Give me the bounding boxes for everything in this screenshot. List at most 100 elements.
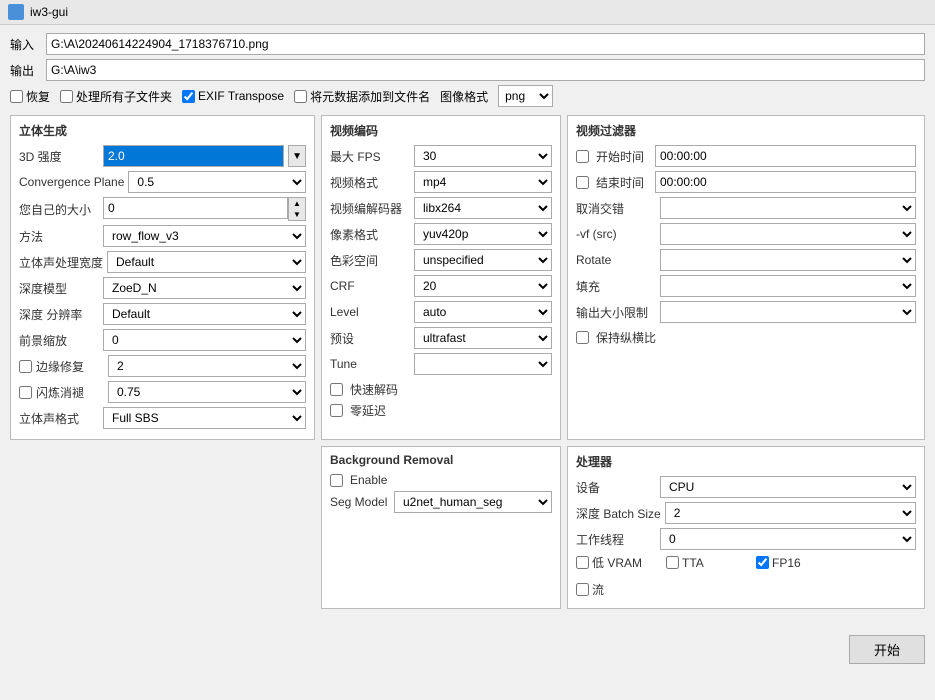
input-3d-strength[interactable] xyxy=(103,145,284,167)
start-time-checkbox[interactable] xyxy=(576,150,589,163)
output-path[interactable] xyxy=(46,59,925,81)
select-vf-src[interactable] xyxy=(660,223,916,245)
row-crf: CRF 20182328 xyxy=(330,275,552,297)
row-start-time: 开始时间 xyxy=(576,145,916,167)
select-flicker[interactable]: 0.750.51.0 xyxy=(108,381,306,403)
label-seg-model: Seg Model xyxy=(330,495,390,509)
input-end-time[interactable] xyxy=(655,171,916,193)
select-workers[interactable]: 0124 xyxy=(660,528,916,550)
select-seg-model[interactable]: u2net_human_segu2netu2netp xyxy=(394,491,552,513)
select-max-fps[interactable]: 302460 xyxy=(414,145,552,167)
select-crf[interactable]: 20182328 xyxy=(414,275,552,297)
image-format-select[interactable]: png jpg webp xyxy=(498,85,553,107)
row-stereo-width: 立体声处理宽度 Default5127681024 xyxy=(19,251,306,273)
select-batch-size[interactable]: 2148 xyxy=(665,502,916,524)
select-video-codec[interactable]: libx264libx265h264_nvenc xyxy=(414,197,552,219)
bg-enable-checkbox[interactable] xyxy=(330,474,343,487)
exif-checkbox[interactable] xyxy=(182,90,195,103)
low-vram-checkbox[interactable] xyxy=(576,556,589,569)
select-rotate[interactable]: 90180270 xyxy=(660,249,916,271)
fp16-checkbox[interactable] xyxy=(756,556,769,569)
row-3d-strength: 3D 强度 ▼ xyxy=(19,145,306,167)
label-deinterlace: 取消交错 xyxy=(576,200,656,217)
select-video-format[interactable]: mp4mkvavi xyxy=(414,171,552,193)
select-depth-model[interactable]: ZoeD_NZoeD_KZoeD_NK xyxy=(103,277,306,299)
label-workers: 工作线程 xyxy=(576,531,656,548)
select-pixel-format[interactable]: yuv420pyuv444p xyxy=(414,223,552,245)
label-stereo-format: 立体声格式 xyxy=(19,410,99,427)
input-path[interactable] xyxy=(46,33,925,55)
select-preset[interactable]: ultrafastsuperfastveryfastfasterfastmedi… xyxy=(414,327,552,349)
select-method[interactable]: row_flow_v3row_flow_v2row_flow xyxy=(103,225,306,247)
low-vram-label[interactable]: 低 VRAM xyxy=(576,554,656,571)
process-all-checkbox-label[interactable]: 处理所有子文件夹 xyxy=(60,88,172,105)
metadata-checkbox[interactable] xyxy=(294,90,307,103)
label-convergence: Convergence Plane xyxy=(19,175,124,189)
select-level[interactable]: auto4.04.15.0 xyxy=(414,301,552,323)
select-tune[interactable]: filmanimationgrain xyxy=(414,353,552,375)
title-bar: iw3-gui xyxy=(0,0,935,25)
label-depth-resolution: 深度 分辨率 xyxy=(19,306,99,323)
select-output-size-limit[interactable]: 1920x10803840x2160 xyxy=(660,301,916,323)
select-foreground-scale[interactable]: 012-1 xyxy=(103,329,306,351)
spinbox-down[interactable]: ▼ xyxy=(289,209,305,220)
label-own-size: 您自己的大小 xyxy=(19,201,99,218)
restore-checkbox[interactable] xyxy=(10,90,23,103)
exif-checkbox-label[interactable]: EXIF Transpose xyxy=(182,89,284,103)
spinbox-up[interactable]: ▲ xyxy=(289,198,305,209)
row-seg-model: Seg Model u2net_human_segu2netu2netp xyxy=(330,491,552,513)
label-device: 设备 xyxy=(576,479,656,496)
flicker-checkbox[interactable] xyxy=(19,386,32,399)
select-color-space[interactable]: unspecifiedbt709bt601 xyxy=(414,249,552,271)
metadata-checkbox-label[interactable]: 将元数据添加到文件名 xyxy=(294,88,430,105)
keep-aspect-checkbox[interactable] xyxy=(576,331,589,344)
fp16-label[interactable]: FP16 xyxy=(756,556,836,570)
quick-decode-checkbox[interactable] xyxy=(330,383,343,396)
label-preset: 预设 xyxy=(330,330,410,347)
stream-label[interactable]: 流 xyxy=(576,581,656,598)
video-encode-title: 视频编码 xyxy=(330,122,552,139)
main-content: 输入 输出 恢复 处理所有子文件夹 EXIF Transpose 将元数据添加到… xyxy=(0,25,935,617)
select-device[interactable]: CPUCUDADirectML xyxy=(660,476,916,498)
restore-checkbox-label[interactable]: 恢复 xyxy=(10,88,50,105)
select-fill[interactable]: leftrighttopbottom xyxy=(660,275,916,297)
row-workers: 工作线程 0124 xyxy=(576,528,916,550)
row-quick-decode: 快速解码 xyxy=(330,381,552,398)
stream-checkbox[interactable] xyxy=(576,583,589,596)
row-flicker: 闪炼消褪 0.750.51.0 xyxy=(19,381,306,403)
row-pixel-format: 像素格式 yuv420pyuv444p xyxy=(330,223,552,245)
image-format-label: 图像格式 xyxy=(440,88,488,105)
edge-fix-checkbox[interactable] xyxy=(19,360,32,373)
select-convergence[interactable]: 0.50.01.0 xyxy=(128,171,306,193)
3d-strength-dropdown-btn[interactable]: ▼ xyxy=(288,145,306,167)
select-edge-fix[interactable]: 213 xyxy=(108,355,306,377)
row-zero-delta: 零延迟 xyxy=(330,402,552,419)
label-stereo-width: 立体声处理宽度 xyxy=(19,254,103,271)
row-convergence: Convergence Plane 0.50.01.0 xyxy=(19,171,306,193)
select-deinterlace[interactable]: fieldframe xyxy=(660,197,916,219)
stereo-panel-title: 立体生成 xyxy=(19,122,306,139)
process-all-checkbox[interactable] xyxy=(60,90,73,103)
row-batch-size: 深度 Batch Size 2148 xyxy=(576,502,916,524)
app-icon xyxy=(8,4,24,20)
input-start-time[interactable] xyxy=(655,145,916,167)
row-color-space: 色彩空间 unspecifiedbt709bt601 xyxy=(330,249,552,271)
tta-checkbox[interactable] xyxy=(666,556,679,569)
select-depth-resolution[interactable]: Default256512 xyxy=(103,303,306,325)
end-time-checkbox[interactable] xyxy=(576,176,589,189)
input-own-size[interactable] xyxy=(103,197,288,219)
options-bar: 恢复 处理所有子文件夹 EXIF Transpose 将元数据添加到文件名 图像… xyxy=(10,85,925,107)
label-pixel-format: 像素格式 xyxy=(330,226,410,243)
label-start-time: 开始时间 xyxy=(596,148,651,165)
zero-delta-checkbox[interactable] xyxy=(330,404,343,417)
select-stereo-format[interactable]: Full SBSHalf SBSFull OUHalf OUAnaglyph xyxy=(103,407,306,429)
select-stereo-width[interactable]: Default5127681024 xyxy=(107,251,306,273)
label-end-time: 结束时间 xyxy=(596,174,651,191)
label-method: 方法 xyxy=(19,228,99,245)
start-button[interactable]: 开始 xyxy=(849,635,925,664)
label-fill: 填充 xyxy=(576,278,656,295)
processor-title: 处理器 xyxy=(576,453,916,470)
tta-label[interactable]: TTA xyxy=(666,556,746,570)
row-deinterlace: 取消交错 fieldframe xyxy=(576,197,916,219)
label-video-codec: 视频编解码器 xyxy=(330,200,410,217)
